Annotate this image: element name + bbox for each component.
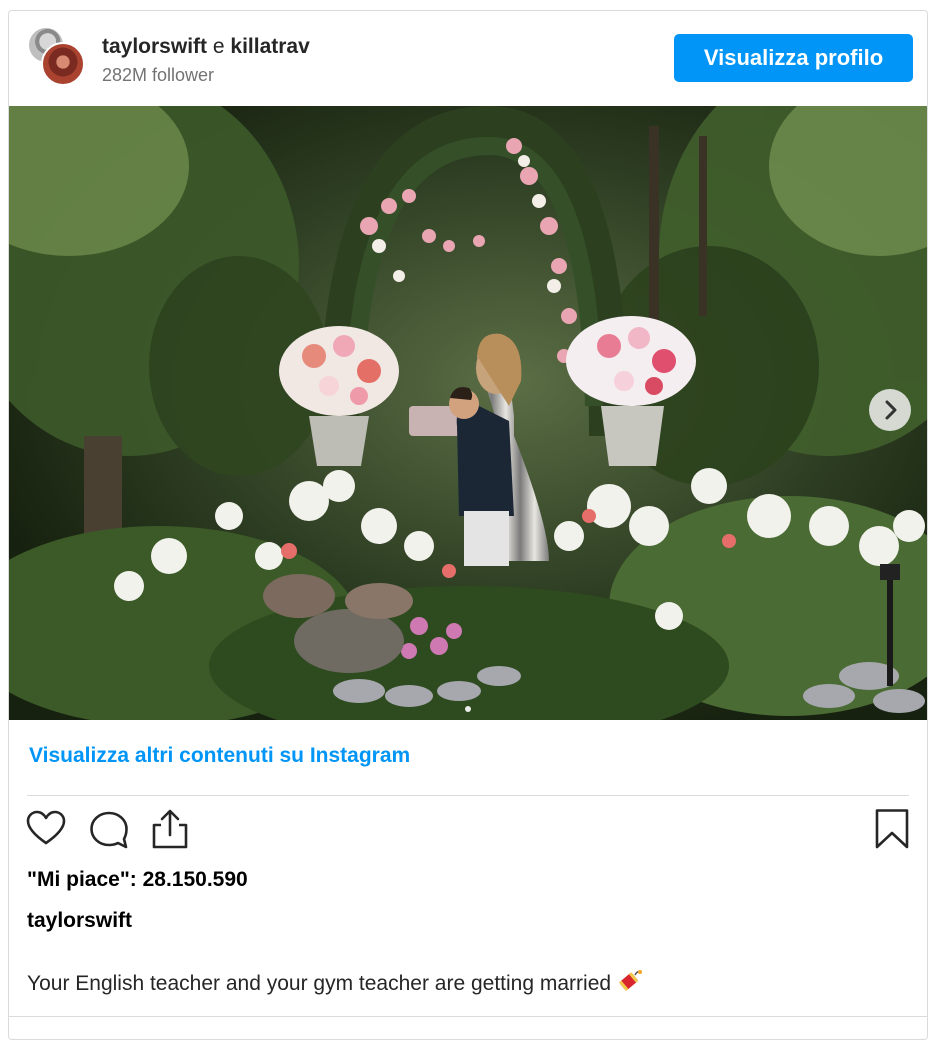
comment-bubble-icon	[90, 811, 128, 849]
carousel-dot	[465, 706, 471, 712]
author-primary-link[interactable]: taylorswift	[102, 35, 207, 58]
view-more-on-instagram-link[interactable]: Visualizza altri contenuti su Instagram	[29, 742, 410, 770]
post-authors: taylorswift e killatrav	[102, 33, 310, 61]
heart-icon	[26, 810, 66, 845]
chevron-right-icon	[885, 400, 897, 420]
like-button[interactable]	[25, 808, 67, 850]
avatar[interactable]	[41, 42, 85, 86]
carousel-next-button[interactable]	[869, 389, 911, 431]
save-button[interactable]	[871, 808, 913, 850]
divider	[27, 795, 909, 796]
carousel-indicator	[9, 699, 927, 712]
avatar-stack[interactable]	[27, 26, 85, 86]
firecracker-emoji-icon	[615, 968, 643, 1002]
post-image[interactable]	[9, 106, 927, 720]
instagram-embed-card: taylorswift e killatrav 282M follower Vi…	[8, 10, 928, 1040]
post-caption: Your English teacher and your gym teache…	[27, 968, 643, 1002]
action-bar	[9, 808, 927, 852]
post-header: taylorswift e killatrav 282M follower Vi…	[9, 11, 927, 105]
caption-text: Your English teacher and your gym teache…	[27, 972, 612, 995]
view-profile-button[interactable]: Visualizza profilo	[674, 34, 913, 82]
bookmark-icon	[875, 809, 909, 849]
caption-author-link[interactable]: taylorswift	[27, 907, 132, 935]
author-secondary-link[interactable]: killatrav	[230, 35, 309, 58]
follower-count: 282M follower	[102, 65, 215, 85]
share-button[interactable]	[149, 808, 191, 850]
divider	[9, 1016, 927, 1017]
like-count: "Mi piace": 28.150.590	[27, 868, 248, 891]
author-conjunction: e	[212, 35, 225, 58]
comment-button[interactable]	[88, 808, 130, 850]
share-icon	[152, 809, 188, 849]
garden-photo	[9, 106, 927, 720]
